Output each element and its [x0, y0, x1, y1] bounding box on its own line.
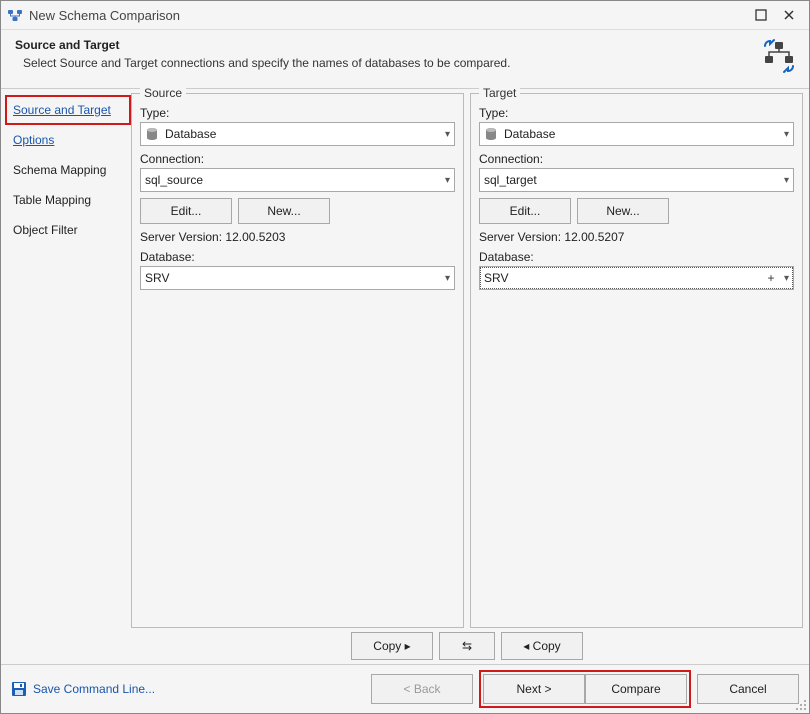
header-description: Select Source and Target connections and… [15, 56, 749, 70]
content: Source Type: Database ▾ Connection: sql_… [131, 89, 809, 664]
source-edit-button[interactable]: Edit... [140, 198, 232, 224]
header-title: Source and Target [15, 38, 749, 52]
primary-actions-highlight: Next > Compare [479, 670, 691, 708]
body: Source and Target Options Schema Mapping… [1, 89, 809, 664]
chevron-down-icon: ▾ [445, 273, 450, 284]
plus-icon[interactable]: + [764, 271, 778, 285]
chevron-down-icon: ▾ [784, 273, 789, 284]
database-icon [145, 127, 159, 141]
copy-left-button[interactable]: ◂ Copy [501, 632, 583, 660]
target-type-value: Database [504, 127, 780, 141]
source-type-combo[interactable]: Database ▾ [140, 122, 455, 146]
window-title: New Schema Comparison [29, 8, 747, 23]
close-button[interactable] [775, 5, 803, 25]
target-new-button[interactable]: New... [577, 198, 669, 224]
copy-bar: Copy ▸ ⇆ ◂ Copy [131, 628, 803, 664]
target-connection-value: sql_target [484, 173, 780, 187]
target-type-combo[interactable]: Database ▾ [479, 122, 794, 146]
copy-left-label: Copy [533, 639, 561, 653]
source-server-version-value: 12.00.5203 [225, 230, 285, 244]
nav-source-and-target[interactable]: Source and Target [5, 95, 131, 125]
header: Source and Target Select Source and Targ… [1, 30, 809, 89]
copy-right-button[interactable]: Copy ▸ [351, 632, 433, 660]
chevron-down-icon: ▾ [445, 129, 450, 140]
maximize-button[interactable] [747, 5, 775, 25]
arrow-left-icon: ◂ [523, 639, 529, 653]
target-connection-label: Connection: [479, 152, 794, 166]
nav-table-mapping[interactable]: Table Mapping [5, 185, 131, 215]
source-server-version-label: Server Version: [140, 230, 222, 244]
compare-button[interactable]: Compare [585, 674, 687, 704]
chevron-down-icon: ▾ [784, 175, 789, 186]
save-icon [11, 681, 27, 697]
source-connection-label: Connection: [140, 152, 455, 166]
target-legend: Target [479, 86, 520, 100]
target-database-combo[interactable]: SRV + ▾ [479, 266, 794, 290]
database-icon [484, 127, 498, 141]
nav-options[interactable]: Options [5, 125, 131, 155]
source-type-label: Type: [140, 106, 455, 120]
chevron-down-icon: ▾ [784, 129, 789, 140]
save-command-line-link[interactable]: Save Command Line... [11, 681, 155, 697]
target-database-label: Database: [479, 250, 794, 264]
cancel-button[interactable]: Cancel [697, 674, 799, 704]
nav-object-filter[interactable]: Object Filter [5, 215, 131, 245]
source-database-label: Database: [140, 250, 455, 264]
resize-grip[interactable] [795, 699, 807, 711]
header-icon [759, 38, 799, 78]
source-group: Source Type: Database ▾ Connection: sql_… [131, 93, 464, 628]
dialog-window: New Schema Comparison Source and Target … [0, 0, 810, 714]
target-database-value: SRV [484, 271, 760, 285]
target-server-version-label: Server Version: [479, 230, 561, 244]
target-server-version-value: 12.00.5207 [564, 230, 624, 244]
source-legend: Source [140, 86, 186, 100]
sidebar: Source and Target Options Schema Mapping… [1, 89, 131, 664]
source-connection-combo[interactable]: sql_source ▾ [140, 168, 455, 192]
arrow-right-icon: ▸ [405, 639, 411, 653]
swap-button[interactable]: ⇆ [439, 632, 495, 660]
target-group: Target Type: Database ▾ Connection: sql_… [470, 93, 803, 628]
target-connection-combo[interactable]: sql_target ▾ [479, 168, 794, 192]
swap-icon: ⇆ [462, 639, 472, 653]
panels: Source Type: Database ▾ Connection: sql_… [131, 93, 803, 628]
app-icon [7, 7, 23, 23]
target-server-version: Server Version: 12.00.5207 [479, 230, 794, 244]
chevron-down-icon: ▾ [445, 175, 450, 186]
source-database-combo[interactable]: SRV ▾ [140, 266, 455, 290]
source-type-value: Database [165, 127, 441, 141]
titlebar: New Schema Comparison [1, 1, 809, 30]
back-button[interactable]: < Back [371, 674, 473, 704]
source-new-button[interactable]: New... [238, 198, 330, 224]
target-edit-button[interactable]: Edit... [479, 198, 571, 224]
save-command-line-label: Save Command Line... [33, 682, 155, 696]
source-server-version: Server Version: 12.00.5203 [140, 230, 455, 244]
next-button[interactable]: Next > [483, 674, 585, 704]
footer: Save Command Line... < Back Next > Compa… [1, 664, 809, 713]
nav-schema-mapping[interactable]: Schema Mapping [5, 155, 131, 185]
copy-right-label: Copy [373, 639, 401, 653]
source-connection-value: sql_source [145, 173, 441, 187]
source-database-value: SRV [145, 271, 441, 285]
target-type-label: Type: [479, 106, 794, 120]
